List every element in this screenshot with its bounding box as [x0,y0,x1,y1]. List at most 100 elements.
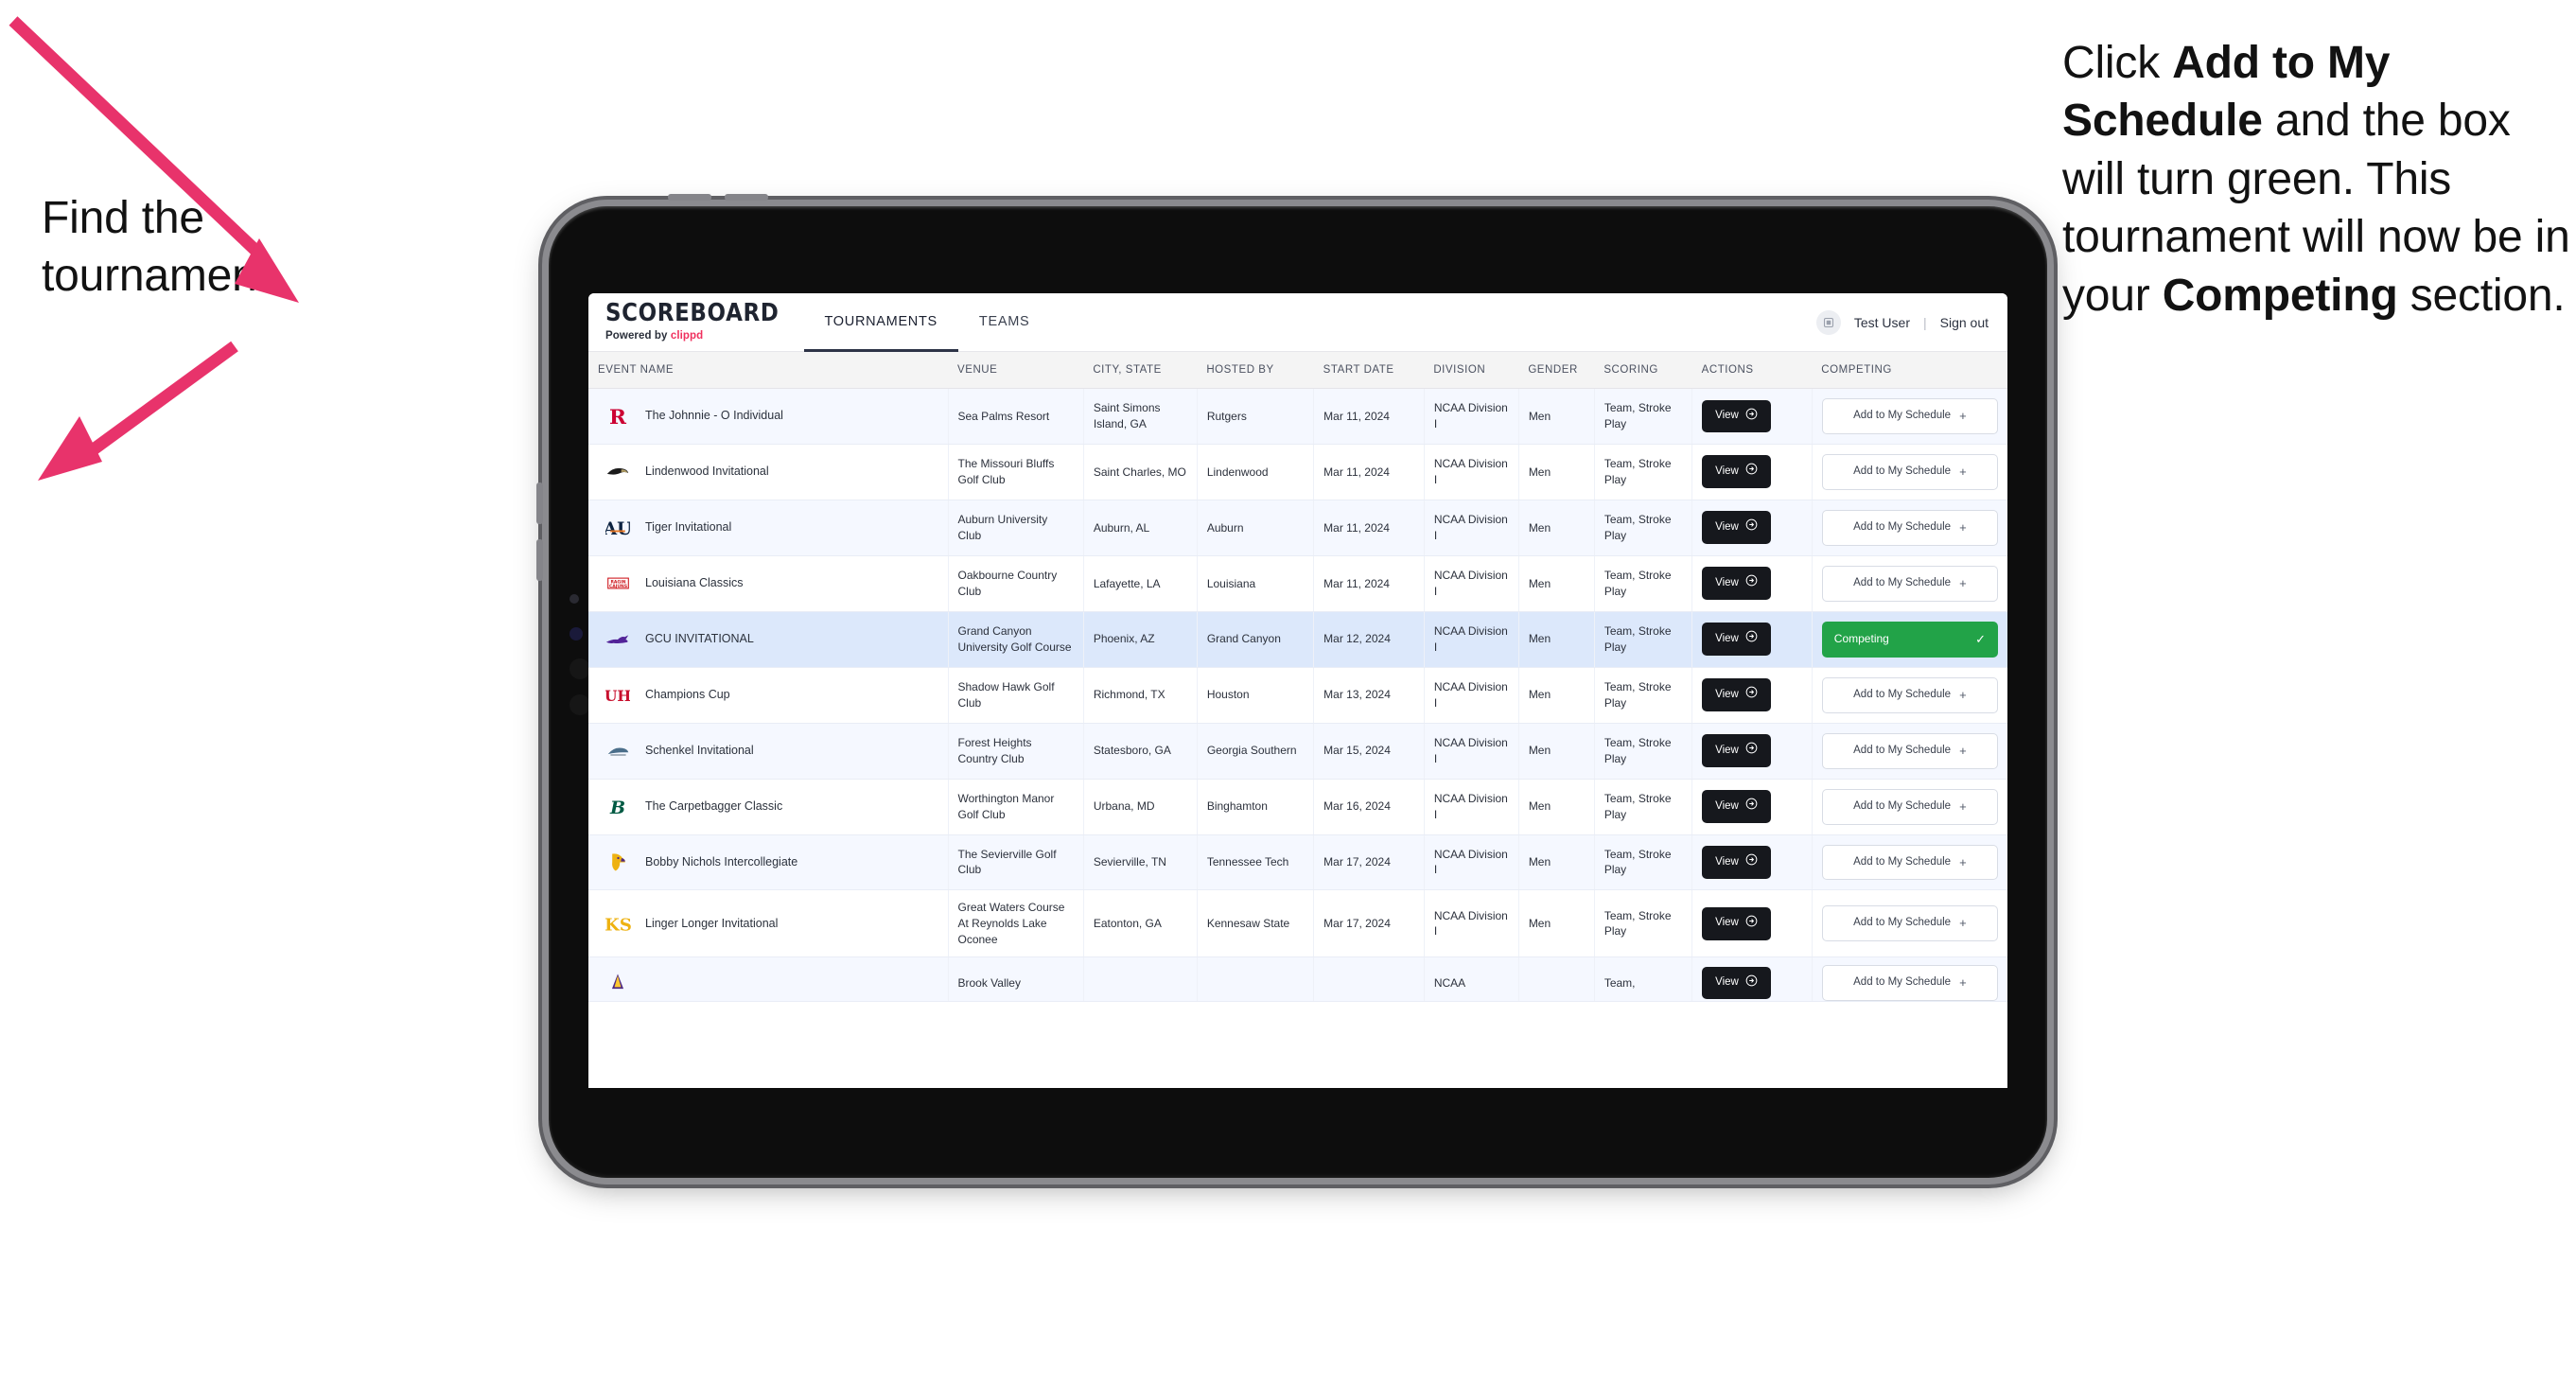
cell-competing: Add to My Schedule + [1812,956,2007,1003]
cell-venue: Forest Heights Country Club [948,723,1084,780]
add-to-my-schedule-button[interactable]: Add to My Schedule + [1821,905,1998,942]
add-to-my-schedule-button[interactable]: Add to My Schedule + [1821,844,1998,881]
view-button[interactable]: View [1702,846,1771,879]
column-header-competing[interactable]: COMPETING [1812,352,2007,389]
cell-event-name[interactable]: Schenkel Invitational [588,723,949,780]
table-row[interactable]: RAGIN CAJUNS Louisiana Classics Oakbourne C… [588,555,2007,612]
column-header-venue[interactable]: VENUE [948,352,1084,389]
sensor-dot-icon [570,594,579,604]
cell-city-state: Eatonton, GA [1083,889,1198,958]
table-row[interactable]: KS Linger Longer Invitational Great Waters… [588,889,2007,958]
add-to-my-schedule-label: Add to My Schedule [1853,410,1952,422]
cell-event-name[interactable]: R The Johnnie - O Individual [588,388,949,445]
add-to-my-schedule-label: Add to My Schedule [1853,576,1952,588]
cell-event-name[interactable] [588,956,949,1003]
account-username[interactable]: Test User [1854,315,1910,330]
sign-out-link[interactable]: Sign out [1940,315,1989,330]
svg-text:UH: UH [605,687,630,705]
view-button[interactable]: View [1702,567,1771,601]
view-button[interactable]: View [1702,399,1771,433]
add-to-my-schedule-button[interactable]: Add to My Schedule + [1821,509,1998,546]
column-header-division[interactable]: DIVISION [1424,352,1519,389]
cell-start-date: Mar 11, 2024 [1313,555,1425,612]
add-to-my-schedule-button[interactable]: Add to My Schedule + [1821,676,1998,713]
view-button[interactable]: View [1702,678,1771,712]
user-avatar-icon[interactable] [1815,309,1841,335]
cell-event-name[interactable]: KS Linger Longer Invitational [588,889,949,958]
cell-city-state: Richmond, TX [1083,667,1198,724]
cell-venue: Brook Valley [948,956,1084,1003]
table-row[interactable]: UH Champions Cup Shadow Hawk Golf Club Rich… [588,667,2007,724]
speaker-hole-icon [570,694,590,715]
tournaments-table-container[interactable]: EVENT NAME VENUE CITY, STATE HOSTED BY S… [588,352,2007,1088]
cell-division: NCAA Division I [1424,779,1519,835]
cell-event-name[interactable]: Bobby Nichols Intercollegiate [588,834,949,891]
event-name-label: Lindenwood Invitational [645,465,769,479]
table-row[interactable]: GCU INVITATIONAL Grand Canyon University … [588,611,2007,668]
tab-teams[interactable]: TEAMS [958,293,1050,352]
power-button[interactable] [668,194,711,201]
table-header-row: EVENT NAME VENUE CITY, STATE HOSTED BY S… [588,352,2007,389]
cell-hosted-by: Grand Canyon [1197,611,1315,668]
view-button[interactable]: View [1702,734,1771,768]
plus-icon: + [1959,743,1967,758]
add-to-my-schedule-button[interactable]: Add to My Schedule + [1821,398,1998,434]
table-row[interactable]: Lindenwood Invitational The Missouri Bluf… [588,444,2007,500]
table-row[interactable]: Schenkel Invitational Forest Heights Coun… [588,723,2007,780]
cell-event-name[interactable]: GCU INVITATIONAL [588,611,949,668]
brand-logo[interactable]: SCOREBOARD Powered by clippd [605,293,804,351]
cell-gender: Men [1518,723,1595,780]
event-name-label: The Carpetbagger Classic [645,798,783,813]
view-button[interactable]: View [1702,906,1771,940]
add-to-my-schedule-button[interactable]: Add to My Schedule + [1821,565,1998,602]
column-header-scoring[interactable]: SCORING [1594,352,1692,389]
cell-venue: Oakbourne Country Club [948,555,1084,612]
table-row[interactable]: B The Carpetbagger Classic Worthington Man… [588,779,2007,835]
cell-hosted-by: Auburn [1197,500,1315,556]
cell-event-name[interactable]: RAGIN CAJUNS Louisiana Classics [588,555,949,612]
cell-gender: Men [1518,555,1595,612]
add-to-my-schedule-label: Add to My Schedule [1853,520,1952,533]
column-header-start-date[interactable]: START DATE [1313,352,1425,389]
add-to-my-schedule-label: Add to My Schedule [1853,976,1952,989]
column-header-actions[interactable]: ACTIONS [1691,352,1813,389]
add-to-my-schedule-button[interactable]: Add to My Schedule + [1821,965,1998,1001]
cell-division: NCAA Division I [1424,444,1519,500]
table-row[interactable]: Brook Valley NCAA Team, View Add to My Sched… [588,956,2007,1003]
cell-hosted-by [1197,956,1315,1003]
competing-badge-button[interactable]: Competing ✓ [1821,621,1998,658]
event-name-label: Louisiana Classics [645,576,744,590]
add-to-my-schedule-button[interactable]: Add to My Schedule + [1821,453,1998,490]
add-to-my-schedule-button[interactable]: Add to My Schedule + [1821,732,1998,769]
volume-down-button[interactable] [536,539,543,581]
pointer-arrow-right [0,322,246,511]
add-to-my-schedule-button[interactable]: Add to My Schedule + [1821,788,1998,825]
cell-event-name[interactable]: Lindenwood Invitational [588,444,949,500]
column-header-gender[interactable]: GENDER [1518,352,1595,389]
lindenwood-logo [604,458,632,486]
cell-event-name[interactable]: B The Carpetbagger Classic [588,779,949,835]
tablet-device-frame: SCOREBOARD Powered by clippd TOURNAMENTS… [536,194,2047,1178]
cell-event-name[interactable]: UH Champions Cup [588,667,949,724]
column-header-event-name[interactable]: EVENT NAME [588,352,948,389]
view-button[interactable]: View [1702,511,1771,545]
cell-start-date: Mar 13, 2024 [1313,667,1425,724]
cell-division: NCAA Division I [1424,611,1519,668]
speaker-hole-icon [570,658,590,679]
cell-scoring: Team, [1594,956,1693,1003]
view-button[interactable]: View [1702,790,1771,823]
volume-up-button[interactable] [536,482,543,524]
cell-event-name[interactable]: AU Tiger Invitational [588,500,949,556]
view-button[interactable]: View [1702,623,1771,657]
cell-competing: Add to My Schedule + [1812,889,2007,958]
column-header-hosted-by[interactable]: HOSTED BY [1197,352,1314,389]
table-row[interactable]: Bobby Nichols Intercollegiate The Sevierv… [588,834,2007,891]
view-button[interactable]: View [1702,455,1771,489]
top-button-secondary[interactable] [725,194,768,201]
column-header-city-state[interactable]: CITY, STATE [1083,352,1198,389]
table-row[interactable]: AU Tiger Invitational Auburn University Cl… [588,500,2007,556]
table-row[interactable]: R The Johnnie - O Individual Sea Palms Res… [588,388,2007,445]
view-button[interactable]: View [1702,966,1771,1000]
cell-hosted-by: Kennesaw State [1197,889,1315,958]
tab-tournaments[interactable]: TOURNAMENTS [803,293,958,352]
